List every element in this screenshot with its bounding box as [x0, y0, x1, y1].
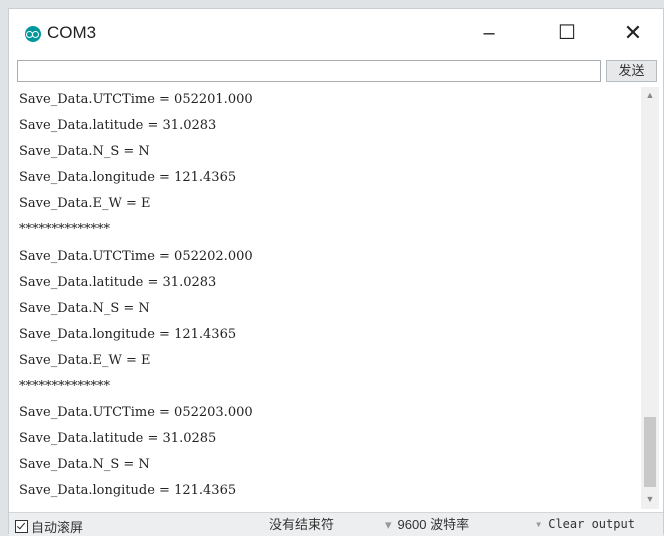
- status-bar: 自动滚屏 没有结束符 ▾ 9600 波特率 ▾ Clear output: [9, 512, 663, 536]
- title-bar: COM3 – ☐ ✕: [9, 9, 663, 55]
- output-line: **************: [19, 222, 110, 238]
- output-line: Save_Data.latitude = 31.0283: [19, 274, 217, 290]
- scroll-down-icon[interactable]: ▼: [641, 491, 659, 507]
- autoscroll-label: 自动滚屏: [31, 520, 84, 535]
- baud-rate-select[interactable]: ▾ 9600 波特率: [379, 515, 475, 534]
- close-button[interactable]: ✕: [611, 19, 655, 47]
- maximize-button[interactable]: ☐: [545, 19, 589, 47]
- autoscroll-checkbox[interactable]: [15, 520, 28, 533]
- output-line: Save_Data.UTCTime = 052203.000: [19, 405, 253, 421]
- output-line: Save_Data.N_S = N: [19, 300, 150, 316]
- scroll-thumb[interactable]: [644, 417, 656, 487]
- send-input[interactable]: [17, 60, 601, 82]
- output-line: Save_Data.longitude = 121.4365: [19, 170, 237, 186]
- chevron-down-icon: ▾: [385, 517, 392, 532]
- send-row: 发送: [17, 60, 657, 84]
- line-ending-select[interactable]: 没有结束符: [263, 515, 340, 534]
- output-line: Save_Data.N_S = N: [19, 144, 150, 160]
- send-button[interactable]: 发送: [606, 60, 657, 82]
- arduino-icon: [25, 26, 41, 42]
- line-ending-value: 没有结束符: [269, 517, 335, 532]
- output-line: Save_Data.latitude = 31.0285: [19, 431, 217, 447]
- output-line: Save_Data.longitude = 121.4365: [19, 483, 237, 499]
- window-title: COM3: [47, 23, 97, 42]
- output-line: Save_Data.UTCTime = 052202.000: [19, 248, 253, 264]
- output-line: Save_Data.longitude = 121.4365: [19, 326, 237, 342]
- output-line: Save_Data.E_W = E: [19, 352, 151, 368]
- chevron-down-icon: ▾: [535, 517, 543, 531]
- output-line: Save_Data.N_S = N: [19, 457, 150, 473]
- minimize-button[interactable]: –: [467, 19, 511, 47]
- autoscroll-toggle[interactable]: 自动滚屏: [15, 517, 84, 535]
- serial-monitor-window: COM3 – ☐ ✕ 发送 Save_Data.UTCTime = 052201…: [8, 8, 664, 536]
- output-line: Save_Data.latitude = 31.0283: [19, 118, 217, 134]
- vertical-scrollbar[interactable]: ▲ ▼: [641, 87, 659, 509]
- output-line: Save_Data.E_W = E: [19, 196, 151, 212]
- output-line: **************: [19, 379, 110, 395]
- baud-rate-value: 9600 波特率: [397, 517, 470, 532]
- clear-output-button[interactable]: ▾ Clear output: [529, 515, 641, 534]
- output-line: Save_Data.UTCTime = 052201.000: [19, 92, 253, 107]
- clear-output-label: Clear output: [548, 517, 635, 531]
- scroll-up-icon[interactable]: ▲: [641, 87, 659, 103]
- serial-output[interactable]: Save_Data.UTCTime = 052201.000 Save_Data…: [17, 87, 638, 509]
